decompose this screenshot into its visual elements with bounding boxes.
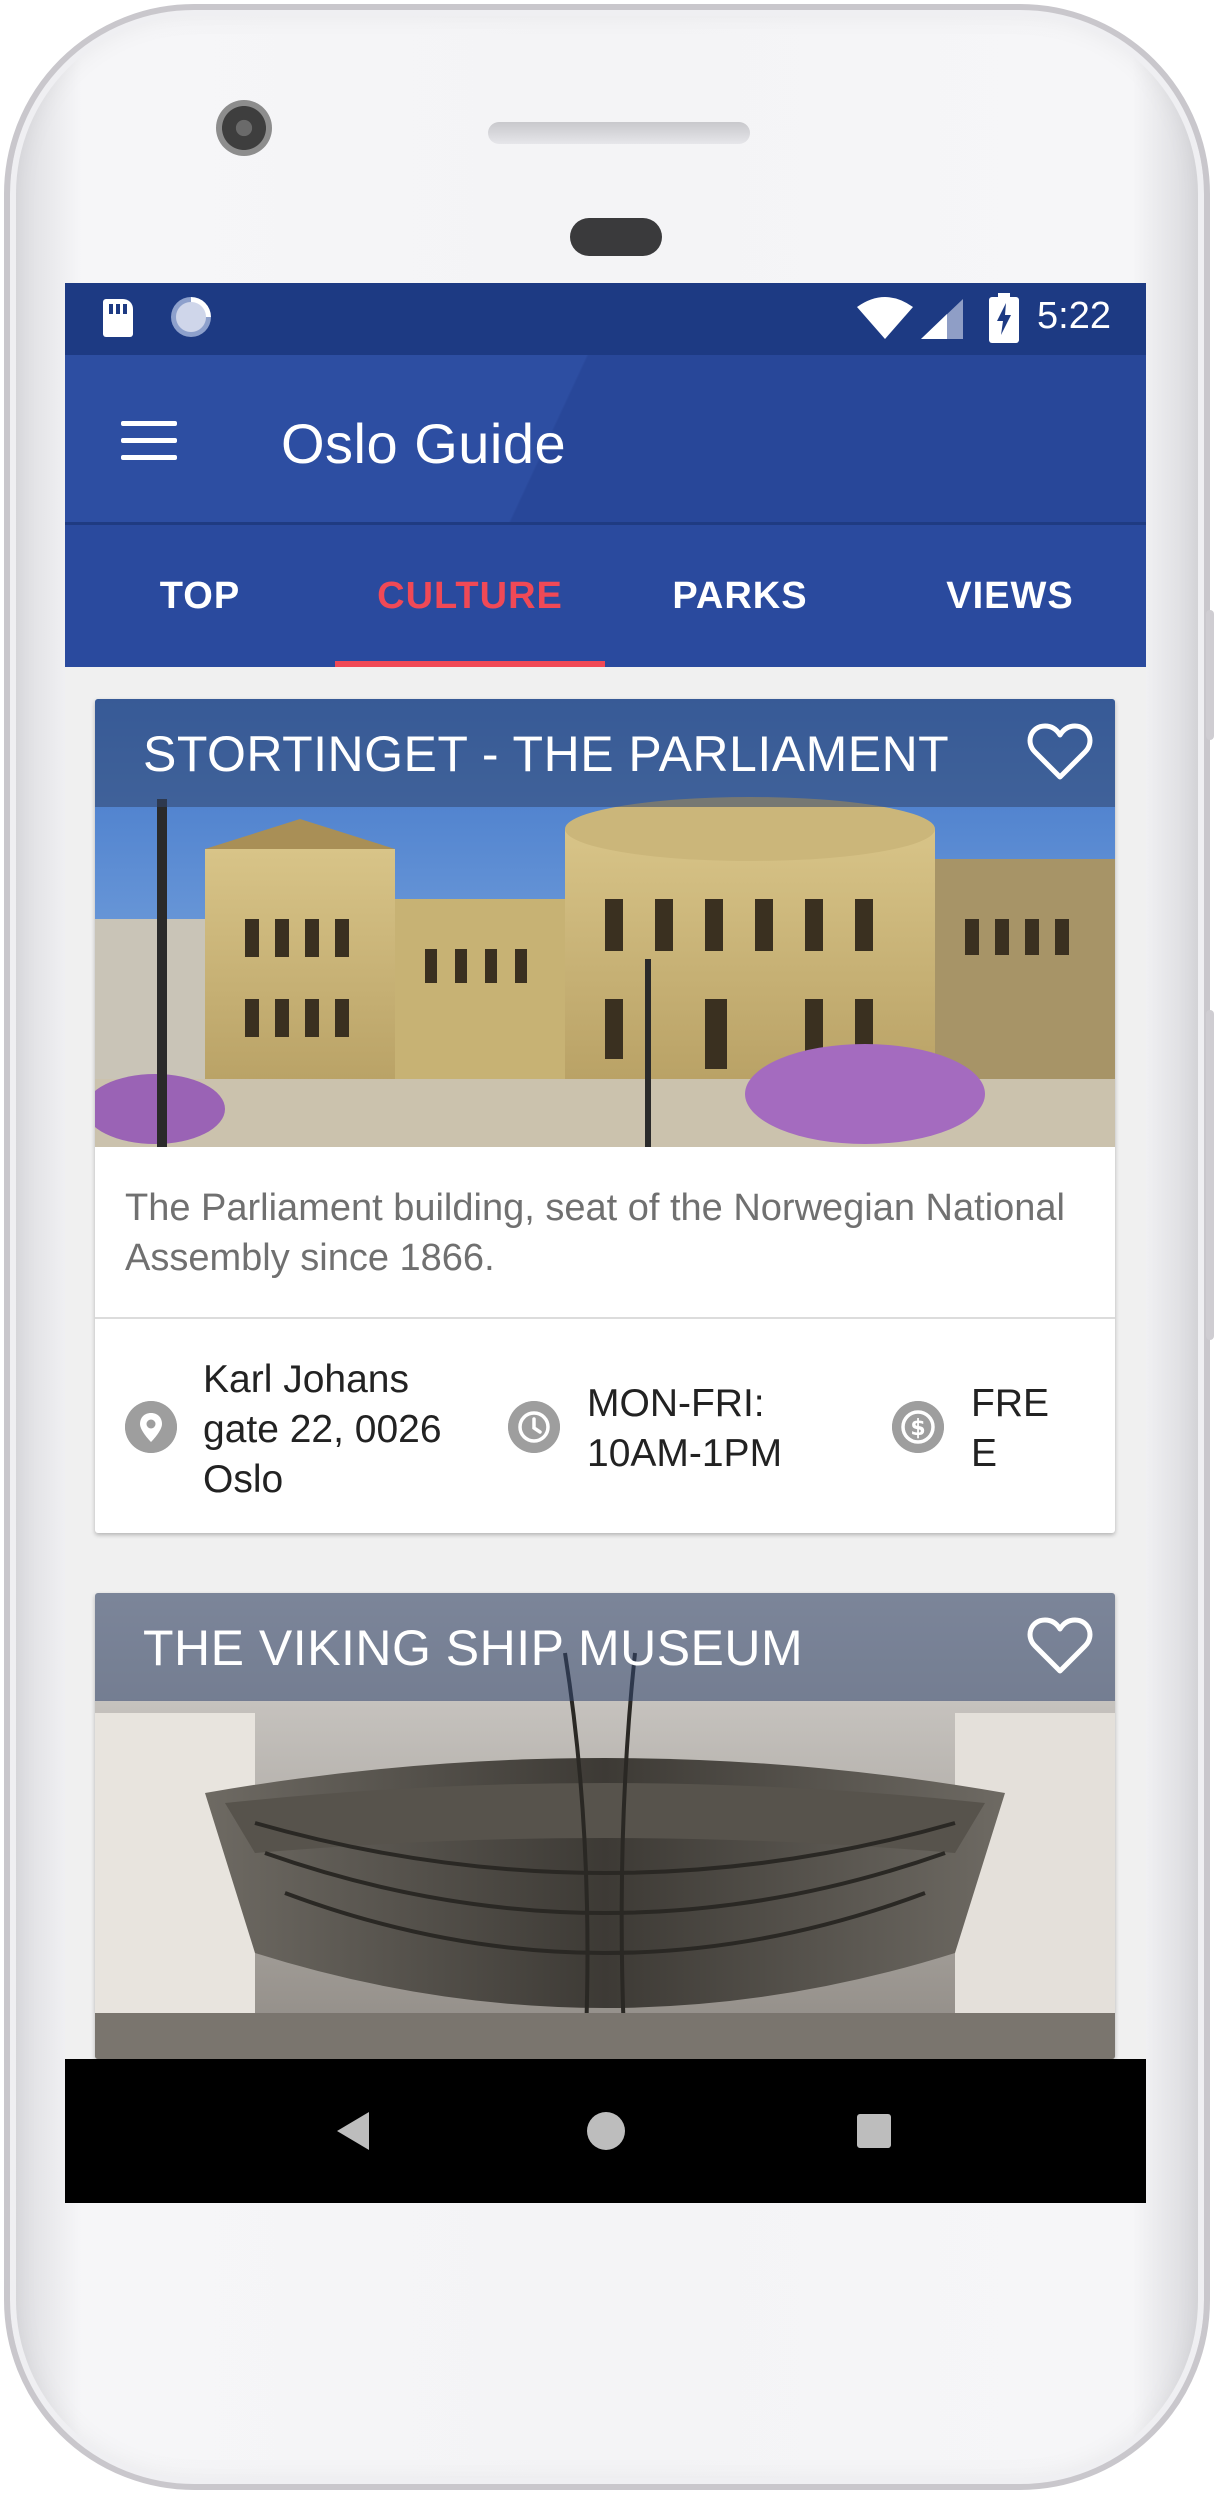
category-tabs: TOP CULTURE PARKS VIEWS (65, 525, 1146, 667)
card-title: STORTINGET - THE PARLIAMENT (143, 726, 950, 782)
tab-top[interactable]: TOP (65, 525, 335, 667)
attraction-list: STORTINGET - THE PARLIAMENT The Parliame… (65, 667, 1146, 2059)
clock-icon (508, 1401, 560, 1453)
location-pin-icon (125, 1401, 177, 1453)
home-icon[interactable] (587, 2112, 625, 2150)
heart-outline-icon[interactable] (1027, 721, 1093, 781)
opening-hours-text: MON-FRI: 10AM-1PM (587, 1382, 783, 1475)
viking-ship-photo: THE VIKING SHIP MUSEUM (95, 1593, 1115, 2059)
tab-views[interactable]: VIEWS (875, 525, 1145, 667)
volume-button (1206, 1010, 1214, 1340)
svg-text:$: $ (910, 1416, 925, 1441)
power-button (1206, 610, 1214, 740)
attraction-card[interactable]: STORTINGET - THE PARLIAMENT The Parliame… (95, 699, 1115, 1533)
signal-icon (921, 299, 963, 339)
tab-culture[interactable]: CULTURE (335, 525, 605, 667)
app-bar: Oslo Guide (65, 355, 1146, 525)
dollar-icon: $ (892, 1401, 944, 1453)
sync-icon (171, 297, 211, 337)
heart-outline-icon[interactable] (1027, 1615, 1093, 1675)
card-info-row: Karl Johans gate 22, 0026 Oslo MON-FRI: … (95, 1319, 1115, 1533)
proximity-sensor (570, 218, 662, 256)
system-nav-bar (65, 2059, 1146, 2203)
battery-charging-icon (989, 293, 1019, 343)
hamburger-menu-icon[interactable] (121, 421, 177, 461)
card-title: THE VIKING SHIP MUSEUM (143, 1620, 804, 1676)
parliament-photo: STORTINGET - THE PARLIAMENT (95, 699, 1115, 1147)
front-camera (216, 100, 272, 156)
status-bar: 5:22 (65, 283, 1146, 355)
address-text: Karl Johans gate 22, 0026 Oslo (203, 1358, 442, 1501)
back-icon[interactable] (337, 2112, 369, 2150)
app-title: Oslo Guide (281, 412, 567, 475)
attraction-card[interactable]: THE VIKING SHIP MUSEUM (95, 1593, 1115, 2059)
recent-apps-icon[interactable] (857, 2114, 891, 2148)
earpiece-speaker (488, 122, 750, 144)
wifi-icon (857, 297, 913, 339)
device-screen: 5:22 Oslo Guide TOP CULTURE PARKS VIEWS (65, 283, 1146, 2203)
sd-card-icon (103, 299, 133, 337)
clock: 5:22 (1037, 295, 1111, 337)
price-text: FRE E (971, 1382, 1049, 1475)
card-description: The Parliament building, seat of the Nor… (95, 1147, 1115, 1319)
tab-parks[interactable]: PARKS (605, 525, 875, 667)
